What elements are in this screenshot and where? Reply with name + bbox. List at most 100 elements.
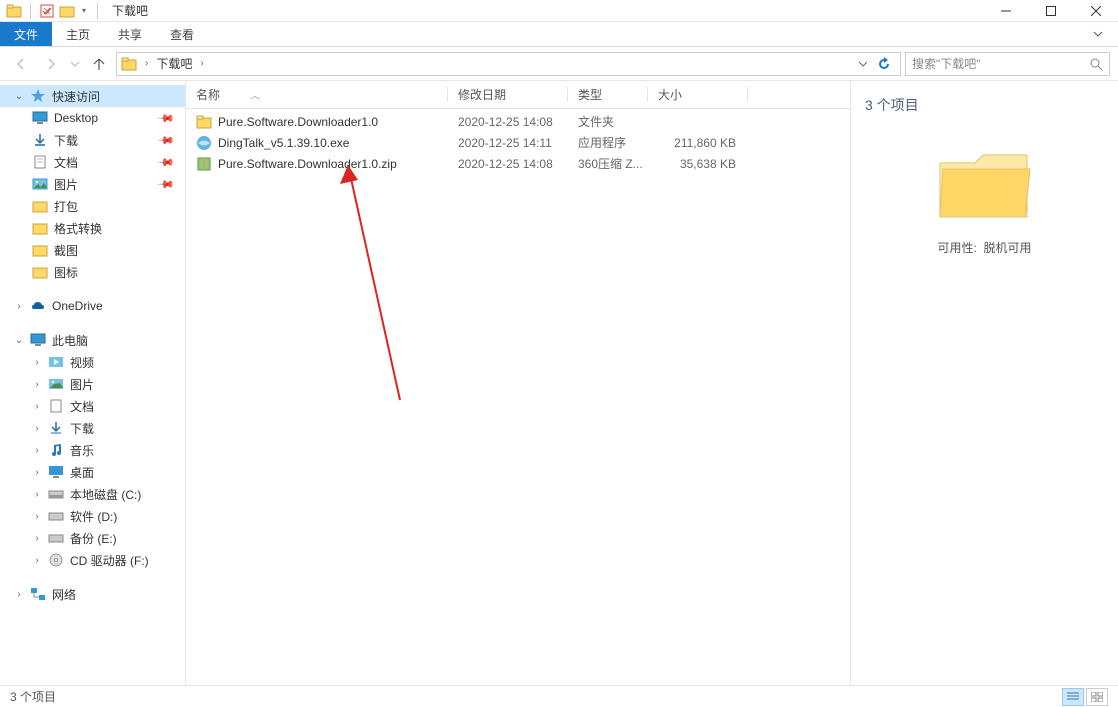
sidebar-network[interactable]: ›网络 <box>0 583 185 605</box>
qat-dropdown-icon[interactable]: ▾ <box>79 3 89 19</box>
breadcrumb[interactable]: › 下载吧 › <box>116 52 901 76</box>
file-row[interactable]: DingTalk_v5.1.39.10.exe 2020-12-25 14:11… <box>186 132 850 153</box>
sidebar-item-drive-f[interactable]: ›CD 驱动器 (F:) <box>0 549 185 571</box>
separator <box>97 3 98 19</box>
navbar: › 下载吧 › <box>0 47 1118 81</box>
sidebar-item-drive-c[interactable]: ›本地磁盘 (C:) <box>0 483 185 505</box>
file-type: 文件夹 <box>568 113 648 130</box>
sidebar-quick-access[interactable]: ⌄ 快速访问 <box>0 85 185 107</box>
maximize-button[interactable] <box>1028 0 1073 22</box>
sidebar-label: 格式转换 <box>54 220 102 237</box>
searchbox[interactable] <box>905 52 1110 76</box>
view-thumbnails-button[interactable] <box>1086 688 1108 706</box>
sidebar-item-downloads[interactable]: 下载📌 <box>0 129 185 151</box>
sidebar-label: 下载 <box>54 132 78 149</box>
file-name: DingTalk_v5.1.39.10.exe <box>218 136 349 150</box>
sidebar-label: 视频 <box>70 354 94 371</box>
ribbon-tab-view[interactable]: 查看 <box>156 22 208 46</box>
folder-icon <box>32 264 48 280</box>
chevron-right-icon[interactable]: › <box>196 58 207 69</box>
file-date: 2020-12-25 14:11 <box>448 136 568 150</box>
sidebar-item-desktop2[interactable]: ›桌面 <box>0 461 185 483</box>
folder-icon <box>196 114 212 130</box>
sidebar-item-drive-d[interactable]: ›软件 (D:) <box>0 505 185 527</box>
downloads-icon <box>32 132 48 148</box>
sidebar-onedrive[interactable]: › OneDrive <box>0 295 185 317</box>
minimize-button[interactable] <box>983 0 1028 22</box>
sidebar-item-pictures[interactable]: 图片📌 <box>0 173 185 195</box>
ribbon-expand-icon[interactable] <box>1078 22 1118 46</box>
nav-history-dropdown[interactable] <box>68 51 82 77</box>
sidebar-item-desktop[interactable]: Desktop📌 <box>0 107 185 129</box>
sidebar-label: OneDrive <box>52 299 103 313</box>
drive-icon <box>48 508 64 524</box>
pictures-icon <box>32 176 48 192</box>
details-count: 3 个项目 <box>865 95 1104 115</box>
sidebar-label: 备份 (E:) <box>70 530 117 547</box>
zip-icon <box>196 156 212 172</box>
file-row[interactable]: Pure.Software.Downloader1.0.zip 2020-12-… <box>186 153 850 174</box>
sidebar-item-documents[interactable]: 文档📌 <box>0 151 185 173</box>
caret-right-icon: › <box>32 423 42 434</box>
column-header-type[interactable]: 类型 <box>568 81 648 108</box>
sidebar-label: 软件 (D:) <box>70 508 117 525</box>
sidebar-label: 桌面 <box>70 464 94 481</box>
cd-drive-icon <box>48 552 64 568</box>
documents-icon <box>48 398 64 414</box>
file-name: Pure.Software.Downloader1.0.zip <box>218 157 397 171</box>
desktop-icon <box>32 110 48 126</box>
nav-up-button[interactable] <box>86 51 112 77</box>
file-row[interactable]: Pure.Software.Downloader1.0 2020-12-25 1… <box>186 111 850 132</box>
caret-down-icon: ⌄ <box>14 335 24 346</box>
breadcrumb-dropdown-icon[interactable] <box>854 51 872 77</box>
sidebar-label: 下载 <box>70 420 94 437</box>
view-details-button[interactable] <box>1062 688 1084 706</box>
caret-down-icon: ⌄ <box>14 91 24 102</box>
details-pane: 3 个项目 可用性: 脱机可用 <box>851 81 1118 685</box>
folder-preview-icon <box>935 145 1035 225</box>
file-type: 应用程序 <box>568 134 648 151</box>
nav-forward-button[interactable] <box>38 51 64 77</box>
main-area: ⌄ 快速访问 Desktop📌 下载📌 文档📌 图片📌 打包 格式转换 截图 图… <box>0 81 1118 685</box>
file-list: 名称︿ 修改日期 类型 大小 Pure.Software.Downloader1… <box>186 81 851 685</box>
sidebar-item-folder[interactable]: 图标 <box>0 261 185 283</box>
sidebar-item-folder[interactable]: 打包 <box>0 195 185 217</box>
details-availability: 可用性: 脱机可用 <box>865 239 1104 256</box>
caret-right-icon: › <box>32 533 42 544</box>
pin-icon: 📌 <box>157 153 176 172</box>
sidebar-item-music[interactable]: ›音乐 <box>0 439 185 461</box>
qat-properties-icon[interactable] <box>39 3 55 19</box>
folder-icon <box>32 220 48 236</box>
refresh-icon[interactable] <box>872 57 896 71</box>
ribbon-tab-share[interactable]: 共享 <box>104 22 156 46</box>
column-header-name[interactable]: 名称︿ <box>186 81 448 108</box>
search-icon[interactable] <box>1089 57 1103 71</box>
ribbon-tab-home[interactable]: 主页 <box>52 22 104 46</box>
caret-right-icon: › <box>14 301 24 312</box>
sidebar-this-pc[interactable]: ⌄此电脑 <box>0 329 185 351</box>
statusbar: 3 个项目 <box>0 685 1118 707</box>
sidebar-item-pictures2[interactable]: › 图片 <box>0 373 185 395</box>
sidebar-label: CD 驱动器 (F:) <box>70 552 149 569</box>
column-header-date[interactable]: 修改日期 <box>448 81 568 108</box>
window-title: 下载吧 <box>112 2 148 19</box>
qat-newfolder-icon[interactable] <box>59 3 75 19</box>
network-icon <box>30 586 46 602</box>
nav-back-button[interactable] <box>8 51 34 77</box>
quick-access-toolbar: ▾ 下载吧 <box>0 2 148 19</box>
close-button[interactable] <box>1073 0 1118 22</box>
caret-right-icon: › <box>32 379 42 390</box>
sidebar-item-downloads2[interactable]: › 下载 <box>0 417 185 439</box>
sidebar-item-videos[interactable]: ›视频 <box>0 351 185 373</box>
sidebar-item-folder[interactable]: 格式转换 <box>0 217 185 239</box>
chevron-right-icon[interactable]: › <box>141 58 152 69</box>
column-header-size[interactable]: 大小 <box>648 81 748 108</box>
search-input[interactable] <box>912 57 1089 71</box>
ribbon: 文件 主页 共享 查看 <box>0 22 1118 47</box>
sidebar-item-documents2[interactable]: ›文档 <box>0 395 185 417</box>
sidebar-label: 图片 <box>70 376 94 393</box>
breadcrumb-segment[interactable]: 下载吧 <box>152 55 196 72</box>
sidebar-item-folder[interactable]: 截图 <box>0 239 185 261</box>
ribbon-tab-file[interactable]: 文件 <box>0 22 52 46</box>
sidebar-item-drive-e[interactable]: › 备份 (E:) <box>0 527 185 549</box>
